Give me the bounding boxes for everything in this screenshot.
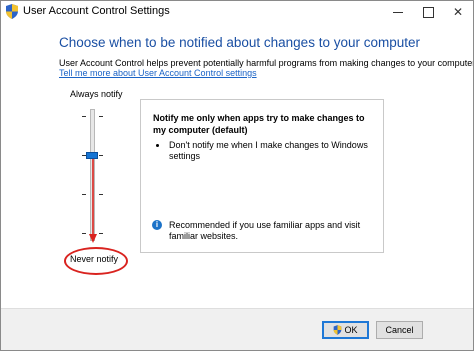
annotation-arrow [89,159,97,243]
page-heading: Choose when to be notified about changes… [59,35,420,50]
ok-button[interactable]: OK [322,321,369,339]
minimize-button[interactable] [383,1,413,23]
slider-bottom-label: Never notify [70,254,119,264]
learn-more-link[interactable]: Tell me more about User Account Control … [59,68,257,78]
minimize-icon [393,12,403,13]
bullet-dot [156,144,159,147]
uac-settings-window: User Account Control Settings ✕ Choose w… [0,0,474,351]
title-bar: User Account Control Settings ✕ [1,1,473,23]
slider-tick [99,116,103,117]
close-icon: ✕ [452,5,464,19]
slider-top-label: Always notify [70,89,123,99]
level-description-panel: Notify me only when apps try to make cha… [140,99,384,253]
uac-shield-icon [334,325,342,335]
window-title: User Account Control Settings [23,5,170,17]
description-text: User Account Control helps prevent poten… [59,58,474,68]
recommendation-text: Recommended if you use familiar apps and… [169,220,361,241]
panel-bullet-text: Don't notify me when I make changes to W… [169,140,368,161]
slider-tick [82,116,86,117]
maximize-button[interactable] [413,1,443,23]
button-bar: OK Cancel [1,308,473,350]
ok-button-label: OK [344,325,358,335]
uac-shield-icon [6,4,18,19]
info-icon: i [152,220,162,230]
panel-title: Notify me only when apps try to make cha… [153,113,365,135]
cancel-button[interactable]: Cancel [376,321,423,339]
close-button[interactable]: ✕ [443,1,473,23]
maximize-icon [423,7,434,18]
slider-thumb[interactable] [86,152,98,159]
